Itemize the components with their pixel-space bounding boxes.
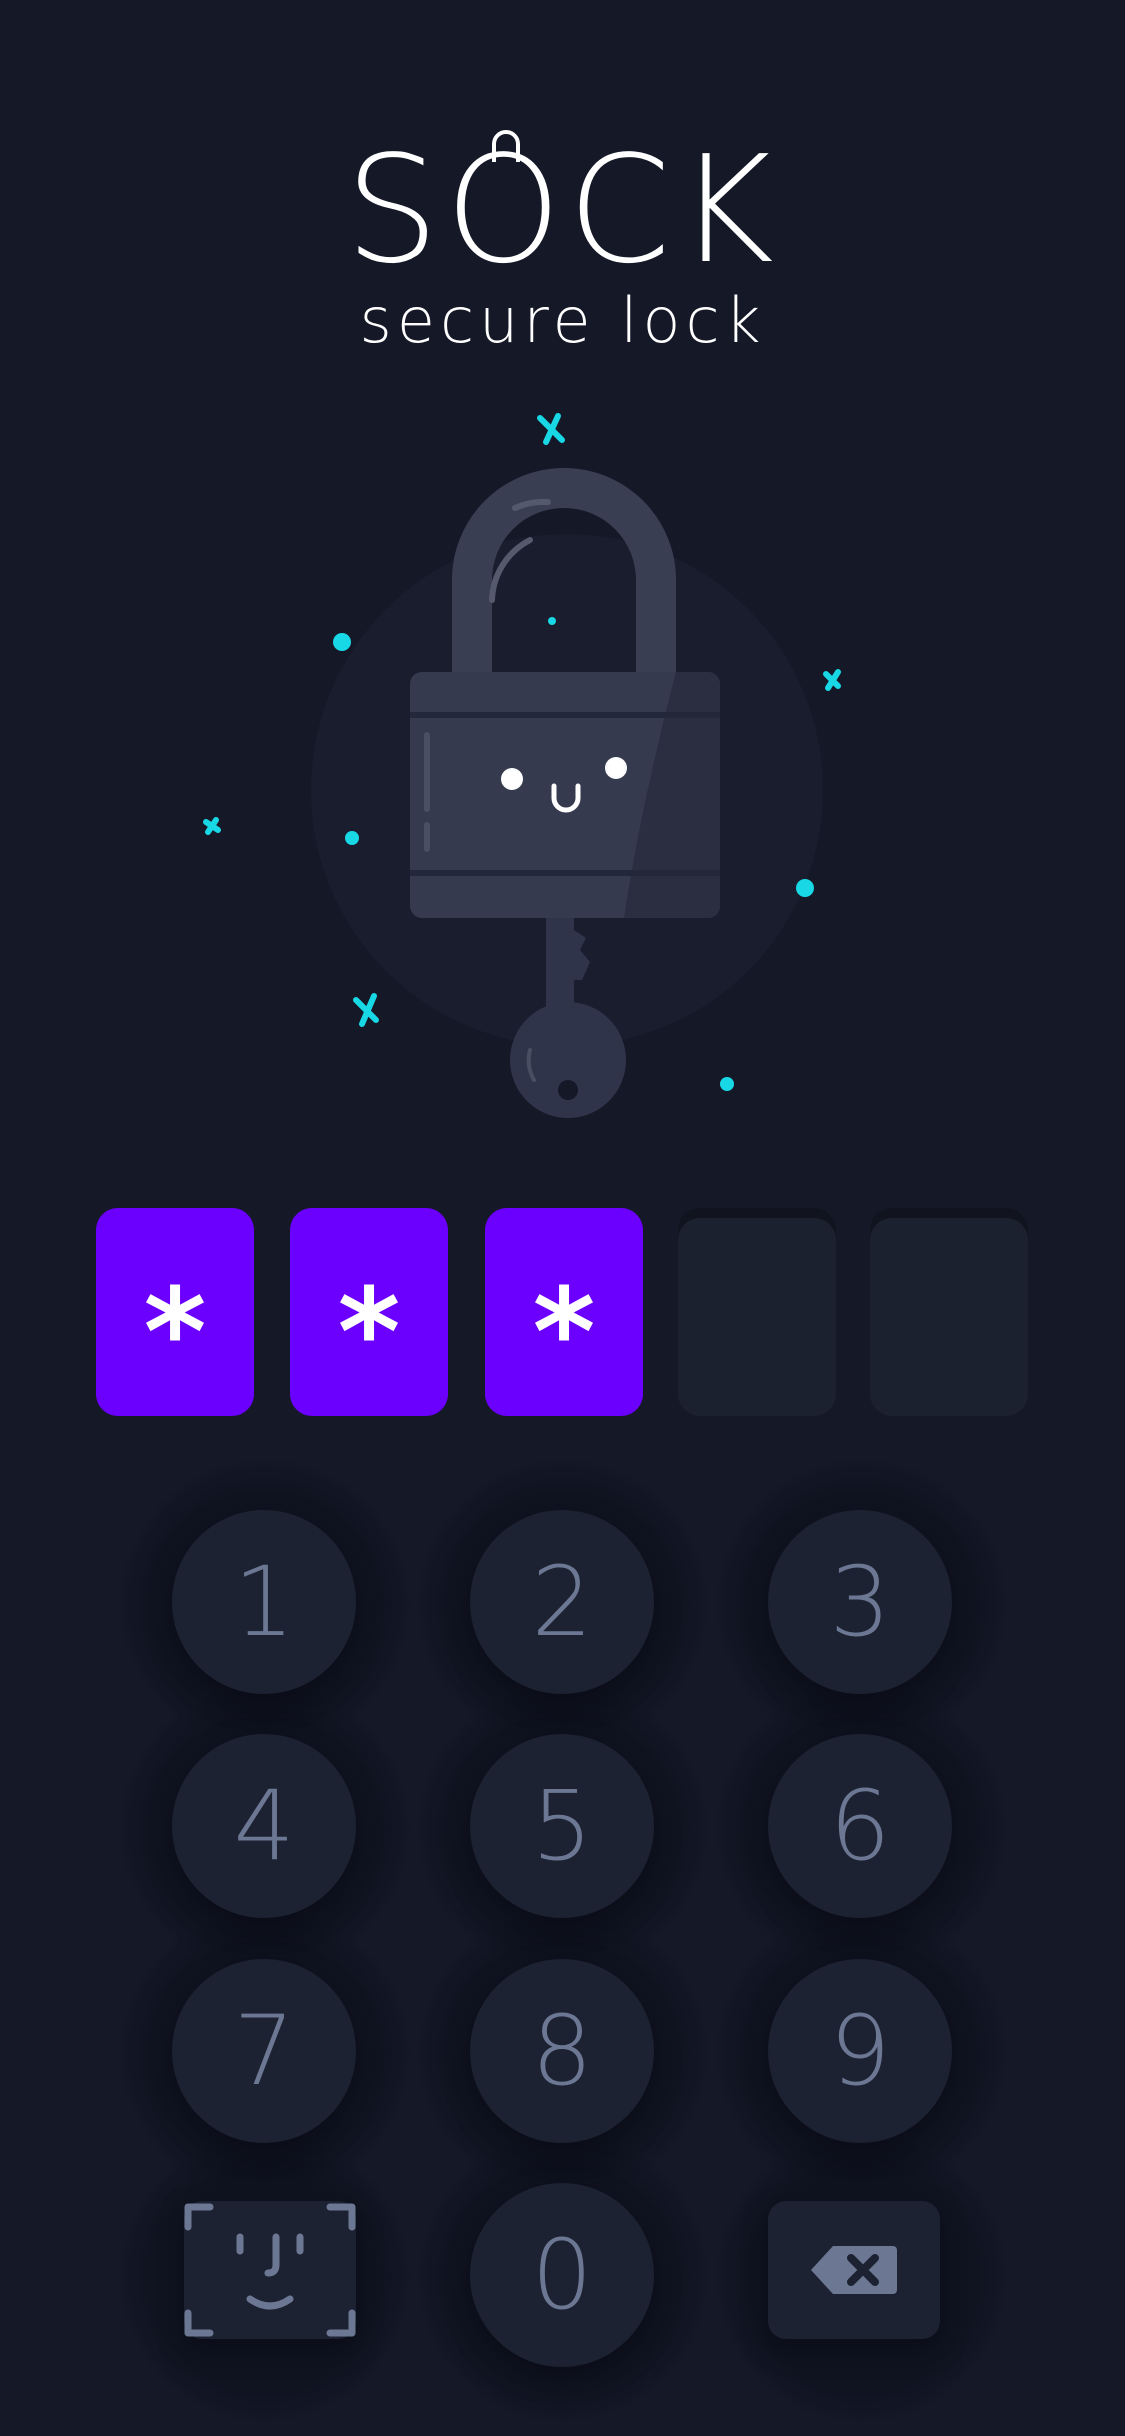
key-6[interactable]: 6 xyxy=(768,1734,952,1918)
pin-digit-3: * xyxy=(485,1208,643,1416)
pin-indicator: * * * xyxy=(96,1208,1030,1418)
backspace-icon xyxy=(811,2246,897,2294)
key-4[interactable]: 4 xyxy=(172,1734,356,1918)
key-5[interactable]: 5 xyxy=(470,1734,654,1918)
app-logo: S OCK secure lock xyxy=(0,130,1125,357)
backspace-button[interactable] xyxy=(768,2201,940,2339)
logo-letter-o: O xyxy=(445,124,568,296)
logo-letters-ck: CK xyxy=(567,124,780,296)
key-3[interactable]: 3 xyxy=(768,1510,952,1694)
padlock-body xyxy=(410,672,720,918)
key-9[interactable]: 9 xyxy=(768,1959,952,2143)
key-7[interactable]: 7 xyxy=(172,1959,356,2143)
pin-digit-4 xyxy=(678,1208,836,1416)
key-2[interactable]: 2 xyxy=(470,1510,654,1694)
key-1[interactable]: 1 xyxy=(172,1510,356,1694)
face-id-button[interactable] xyxy=(184,2201,356,2339)
padlock-illustration xyxy=(203,413,841,1118)
logo-shackle-icon xyxy=(492,130,521,162)
logo-title: S OCK xyxy=(345,130,780,290)
pin-digit-2: * xyxy=(290,1208,448,1416)
face-id-icon xyxy=(184,2203,356,2337)
pin-digit-5 xyxy=(870,1208,1028,1416)
logo-letters-s: S xyxy=(345,124,446,296)
key-8[interactable]: 8 xyxy=(470,1959,654,2143)
numeric-keypad: 1 2 3 4 5 6 7 8 9 0 xyxy=(0,1459,1125,2422)
pin-digit-1: * xyxy=(96,1208,254,1416)
key-0[interactable]: 0 xyxy=(470,2183,654,2367)
